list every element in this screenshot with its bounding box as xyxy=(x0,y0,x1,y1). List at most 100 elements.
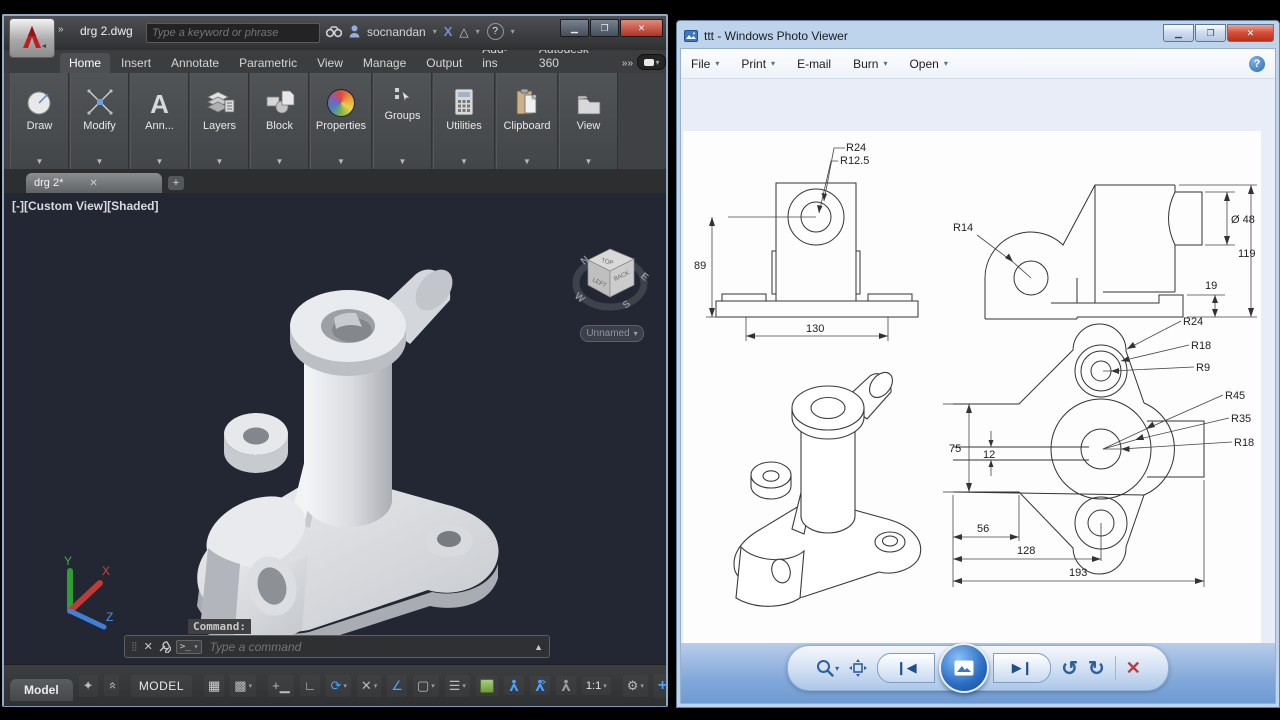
pv-help-icon[interactable]: ? xyxy=(1249,56,1265,72)
panel-annotation[interactable]: A Ann...▼ xyxy=(130,73,189,169)
menu-print[interactable]: Print▾ xyxy=(741,57,775,71)
panel-utilities[interactable]: Utilities▼ xyxy=(433,73,495,169)
tab-annotate[interactable]: Annotate xyxy=(162,53,228,73)
actual-size-button[interactable] xyxy=(849,659,867,677)
file-tab-drg2[interactable]: drg 2* ✕ xyxy=(26,173,162,193)
pv-close-button[interactable]: ✕ xyxy=(1227,24,1274,42)
autocad-titlebar: » drg 2.dwg socnandan ▾ X △ ▾ xyxy=(4,16,666,50)
tab-home[interactable]: Home xyxy=(60,53,110,73)
viewport-controls-label[interactable]: [-][Custom View][Shaded] xyxy=(12,199,158,213)
ribbon-overflow-icon[interactable]: »» xyxy=(622,58,633,69)
command-grip-icon[interactable]: ⣿ xyxy=(131,641,139,652)
angle-snap-icon[interactable]: ∠ xyxy=(387,675,407,697)
viewcube-cube[interactable]: TOP BACK LEFT xyxy=(588,249,634,297)
user-icon xyxy=(349,25,360,38)
viewcube-view-pill[interactable]: Unnamed▾ xyxy=(580,325,644,342)
viewcube-west: W xyxy=(572,291,587,306)
tab-insert[interactable]: Insert xyxy=(112,53,160,73)
photo-viewer-controls: ▾ ❙◀ ▶❙ xyxy=(787,645,1169,691)
photo-image: R24 R12.5 89 xyxy=(683,131,1261,649)
delete-button[interactable]: ✕ xyxy=(1126,658,1141,679)
command-close-icon[interactable]: ✕ xyxy=(144,640,153,653)
annotation-autoscale-icon[interactable] xyxy=(530,676,550,695)
panel-block[interactable]: Block▼ xyxy=(250,73,309,169)
command-input[interactable] xyxy=(207,639,529,655)
menu-file[interactable]: File▾ xyxy=(691,57,719,71)
panel-properties[interactable]: Properties▼ xyxy=(310,73,372,169)
qat-overflow-icon[interactable]: » xyxy=(58,24,63,35)
help-icon[interactable]: ? xyxy=(487,23,504,40)
drawing-front-view: R24 R12.5 89 xyxy=(688,139,940,357)
search-input[interactable] xyxy=(147,27,319,39)
command-bar[interactable]: ⣿ ✕ >_▾ ▲ xyxy=(124,635,550,658)
viewcube[interactable]: N E S W TOP BACK LEFT xyxy=(564,231,656,323)
tab-parametric[interactable]: Parametric xyxy=(230,53,306,73)
ucs-x-label: X xyxy=(102,564,110,578)
minimize-button[interactable]: ▁ xyxy=(560,19,589,37)
panel-view[interactable]: View▼ xyxy=(559,73,618,169)
utilities-icon xyxy=(452,87,476,117)
panel-modify[interactable]: Modify▼ xyxy=(70,73,129,169)
snap-grid-icon[interactable]: ▩▾ xyxy=(230,675,256,697)
file-tab-close-icon[interactable]: ✕ xyxy=(89,178,97,189)
panel-layers[interactable]: Layers▼ xyxy=(190,73,249,169)
annotation-scale-icon[interactable] xyxy=(556,676,576,695)
zoom-button[interactable]: ▾ xyxy=(815,658,839,678)
customization-plus-icon[interactable]: + xyxy=(654,674,671,698)
tab-manage[interactable]: Manage xyxy=(354,53,415,73)
slideshow-icon xyxy=(954,660,974,676)
help-caret-icon[interactable]: ▾ xyxy=(511,27,515,36)
selection-cycling-icon[interactable] xyxy=(476,676,498,696)
annotation-visibility-icon[interactable] xyxy=(504,676,524,695)
wrench-icon[interactable] xyxy=(158,640,171,653)
tab-output[interactable]: Output xyxy=(417,53,471,73)
camera-icon xyxy=(644,59,654,66)
menu-email[interactable]: E-mail xyxy=(797,57,831,71)
binoculars-icon[interactable] xyxy=(326,26,342,38)
command-prompt-icon[interactable]: >_▾ xyxy=(176,640,203,654)
snap-mode-icon[interactable]: +▁ xyxy=(268,675,294,697)
pv-minimize-button[interactable]: ▁ xyxy=(1163,24,1194,42)
panel-groups[interactable]: Groups▼ xyxy=(373,73,432,169)
rotate-ccw-button[interactable]: ↺ xyxy=(1061,656,1078,681)
panel-draw[interactable]: Draw▼ xyxy=(10,73,69,169)
polar-tracking-icon[interactable]: ⟳▾ xyxy=(326,675,350,697)
pv-restore-button[interactable]: ❐ xyxy=(1195,24,1226,42)
next-button[interactable]: ▶❙ xyxy=(993,653,1051,683)
slideshow-button[interactable] xyxy=(939,643,989,693)
a360-icon[interactable]: △ xyxy=(459,25,468,39)
tab-view[interactable]: View xyxy=(308,53,352,73)
drawing-viewport[interactable]: [-][Custom View][Shaded] N E S W TOP BAC… xyxy=(4,193,666,664)
rotate-cw-button[interactable]: ↻ xyxy=(1088,656,1105,681)
close-button[interactable]: ✕ xyxy=(620,19,663,37)
magnifier-icon xyxy=(815,658,835,678)
photo-viewer-client: File▾ Print▾ E-mail Burn▾ Open▾ ? xyxy=(680,48,1276,704)
a360-caret-icon[interactable]: ▾ xyxy=(476,27,480,36)
view-icon xyxy=(575,91,603,117)
grid-display-icon[interactable]: ▦ xyxy=(204,675,224,697)
new-tab-button[interactable]: + xyxy=(168,176,184,190)
modelspace-button[interactable]: MODEL xyxy=(131,675,192,697)
scale-value-button[interactable]: 1:1▾ xyxy=(582,677,611,695)
signed-in-user[interactable]: socnandan xyxy=(367,25,426,39)
object-snap-icon[interactable]: ▢▾ xyxy=(413,675,439,697)
model-layout-tab[interactable]: Model xyxy=(10,679,73,701)
lineweight-icon[interactable]: ☰▾ xyxy=(445,675,470,697)
user-caret-icon[interactable]: ▾ xyxy=(433,27,437,36)
previous-button[interactable]: ❙◀ xyxy=(877,653,935,683)
ortho-icon[interactable]: ∟ xyxy=(300,675,321,696)
menu-open[interactable]: Open▾ xyxy=(909,57,947,71)
menu-burn[interactable]: Burn▾ xyxy=(853,57,887,71)
autocad-app-button[interactable] xyxy=(9,18,55,58)
new-layout-button[interactable]: ✦ xyxy=(79,675,98,697)
osnap-icon[interactable]: ✕▾ xyxy=(357,675,381,697)
ribbon-display-toggle[interactable]: ▾ xyxy=(637,54,666,70)
workspace-gear-icon[interactable]: ⚙▾ xyxy=(623,675,648,697)
layout-list-icon[interactable]: » xyxy=(104,675,119,696)
dim-plan-r18: R18 xyxy=(1191,340,1211,352)
exchange-apps-icon[interactable]: X xyxy=(444,24,453,39)
command-expand-icon[interactable]: ▲ xyxy=(534,642,543,652)
restore-button[interactable]: ❐ xyxy=(590,19,619,37)
screen: » drg 2.dwg socnandan ▾ X △ ▾ xyxy=(0,0,1280,720)
panel-clipboard[interactable]: Clipboard▼ xyxy=(496,73,558,169)
